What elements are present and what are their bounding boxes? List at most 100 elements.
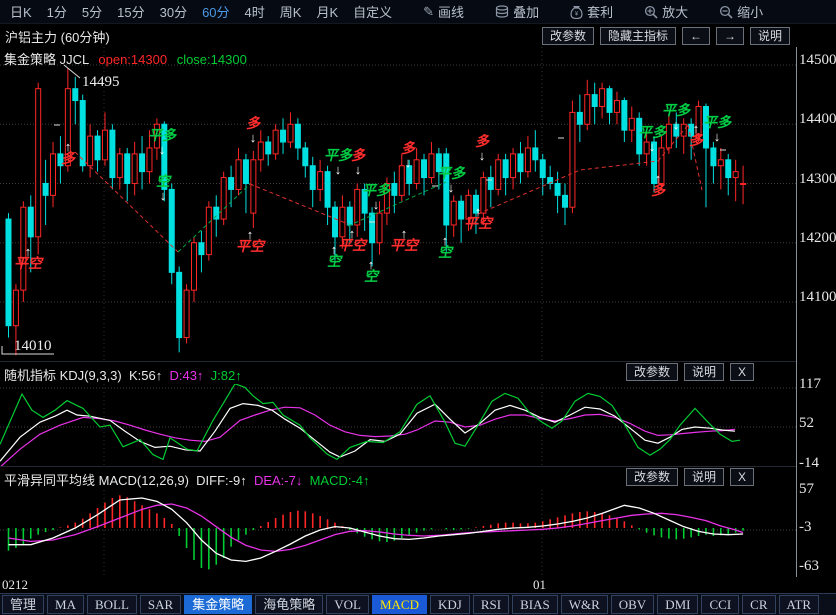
price-axis: 145001440014300142001410011752-1457-3-63 [796, 47, 836, 577]
down-arrow-icon: ↓ [362, 198, 390, 211]
signal-多: ↑多 [651, 172, 665, 198]
top-toolbar: 日K 1分 5分 15分 30分 60分 4时周K 月K 自定义 ✎画线 叠加 ¥套利 放大 缩小 [0, 0, 836, 24]
price-tag-14495: 14495 [82, 74, 120, 91]
macd-plot[interactable] [0, 490, 796, 577]
down-arrow-icon: ↓ [437, 181, 465, 194]
tab-CCI[interactable]: CCI [701, 595, 739, 614]
svg-text:¥: ¥ [575, 11, 579, 17]
kdj-buttons: 改参数说明 X [626, 363, 754, 381]
signal-多: ↑多 [689, 122, 703, 148]
macd-axis--3: -3 [799, 519, 812, 536]
titlebar-button-←[interactable]: ← [682, 27, 710, 45]
signal-多: 多↓ [246, 118, 260, 144]
signal-空: ↑空 [327, 243, 341, 269]
kdj-k-value: K:56↑ [129, 368, 162, 383]
kdj-plot[interactable] [0, 384, 796, 466]
macd-macd-value: MACD:-4↑ [310, 473, 370, 488]
signal-空: ↑空 [438, 234, 452, 260]
macd-panel-header: 平滑异同平均线 MACD(12,26,9) DIFF:-9↑ DEA:-7↓ M… [0, 467, 796, 489]
toolbar-item-套利[interactable]: ¥套利 [570, 2, 613, 21]
toolbar-item-缩小[interactable]: 缩小 [719, 2, 763, 21]
pencil-icon: ✎ [423, 4, 434, 20]
kdj-axis--14: -14 [799, 455, 819, 472]
zoom-out-icon [719, 5, 733, 19]
main-axis-14200: 14200 [799, 230, 836, 247]
macd-diff-value: DIFF:-9↑ [196, 473, 247, 488]
macd-dea-value: DEA:-7↓ [254, 473, 302, 488]
zoom-in-icon [644, 5, 658, 19]
toolbar-item-5分[interactable]: 5分 [82, 2, 102, 21]
kdj-d-value: D:43↑ [169, 368, 203, 383]
tab-VOL[interactable]: VOL [326, 595, 369, 614]
titlebar-button-→[interactable]: → [716, 27, 744, 45]
kdj-title: 随机指标 KDJ(9,3,3) K:56↑ D:43↑ J:82↑ [4, 365, 242, 384]
toolbar-item-4时[interactable]: 4时 [245, 2, 265, 21]
titlebar-button-隐藏主指标[interactable]: 隐藏主指标 [600, 27, 676, 45]
signal-平多: 平多↓ [362, 185, 390, 211]
main-axis-14400: 14400 [799, 111, 836, 128]
macd-button-X[interactable]: X [730, 468, 754, 486]
down-arrow-icon: ↓ [703, 130, 731, 143]
kdj-j-value: J:82↑ [211, 368, 242, 383]
tab-KDJ[interactable]: KDJ [430, 595, 470, 614]
strategy-name: 集金策略 JJCL [4, 52, 89, 67]
candlestick-plot[interactable] [0, 47, 796, 361]
macd-button-改参数[interactable]: 改参数 [626, 468, 678, 486]
tab-集金策略[interactable]: 集金策略 [184, 595, 252, 614]
price-tag-14010: 14010 [14, 338, 52, 355]
titlebar-button-说明[interactable]: 说明 [750, 27, 790, 45]
tab-DMI[interactable]: DMI [657, 595, 698, 614]
macd-axis-57: 57 [799, 481, 814, 498]
close-value: close:14300 [177, 52, 247, 67]
tab-CR[interactable]: CR [742, 595, 775, 614]
toolbar-item-放大[interactable]: 放大 [644, 2, 688, 21]
main-price-chart[interactable]: 集金策略 JJCL open:14300 close:14300 14495 14… [0, 47, 796, 361]
tab-管理[interactable]: 管理 [2, 595, 44, 614]
toolbar-item-月K[interactable]: 月K [316, 2, 338, 21]
tab-海龟策略[interactable]: 海龟策略 [255, 595, 323, 614]
toolbar-item-周K[interactable]: 周K [280, 2, 302, 21]
signal-多: 多↓ [351, 150, 365, 176]
toolbar-item-60分[interactable]: 60分 [202, 2, 229, 21]
signal-平多: 平多↓ [148, 130, 176, 156]
time-label-01: 01 [533, 577, 546, 593]
down-arrow-icon: ↓ [324, 163, 352, 176]
toolbar-item-自定义[interactable]: 自定义 [353, 2, 392, 21]
tab-BOLL[interactable]: BOLL [87, 595, 137, 614]
toolbar-item-画线[interactable]: ✎画线 [423, 2, 464, 21]
signal-空: ↑空 [364, 258, 378, 284]
toolbar-item-30分[interactable]: 30分 [160, 2, 187, 21]
open-value: open:14300 [98, 52, 167, 67]
tab-W&R[interactable]: W&R [561, 595, 608, 614]
symbol-period-label: 沪铝主力 (60分钟) [0, 27, 110, 46]
toolbar-item-叠加[interactable]: 叠加 [495, 2, 539, 21]
signal-平多: 平多↓ [437, 168, 465, 194]
tab-MA[interactable]: MA [47, 595, 84, 614]
tab-ATR[interactable]: ATR [779, 595, 820, 614]
signal-平空: ↑平空 [390, 227, 418, 253]
tab-OBV[interactable]: OBV [611, 595, 654, 614]
toolbar-item-日K[interactable]: 日K [10, 2, 32, 21]
toolbar-item-1分[interactable]: 1分 [47, 2, 67, 21]
kdj-button-X[interactable]: X [730, 363, 754, 381]
down-arrow-icon: ↓ [638, 140, 666, 153]
kdj-button-改参数[interactable]: 改参数 [626, 363, 678, 381]
tab-MACD[interactable]: MACD [372, 595, 427, 614]
indicator-tabbar: 管理MABOLLSAR集金策略海龟策略VOLMACDKDJRSIBIASW&RO… [0, 593, 836, 615]
signal-多: ↑多 [61, 140, 75, 166]
layers-icon [495, 5, 509, 18]
macd-buttons: 改参数说明 X [626, 468, 754, 486]
kdj-panel-header: 随机指标 KDJ(9,3,3) K:56↑ D:43↑ J:82↑ 改参数说明 X [0, 362, 796, 384]
macd-button-说明[interactable]: 说明 [684, 468, 724, 486]
kdj-button-说明[interactable]: 说明 [684, 363, 724, 381]
toolbar-item-15分[interactable]: 15分 [117, 2, 144, 21]
signal-平空: ↑平空 [14, 245, 42, 271]
tab-RSI[interactable]: RSI [473, 595, 509, 614]
macd-title: 平滑异同平均线 MACD(12,26,9) DIFF:-9↑ DEA:-7↓ M… [4, 470, 370, 489]
main-axis-14300: 14300 [799, 171, 836, 188]
time-label-0212: 0212 [2, 577, 28, 593]
tab-BIAS[interactable]: BIAS [512, 595, 558, 614]
time-axis: 0212 01 [0, 578, 836, 592]
titlebar-button-改参数[interactable]: 改参数 [542, 27, 594, 45]
tab-SAR[interactable]: SAR [140, 595, 181, 614]
